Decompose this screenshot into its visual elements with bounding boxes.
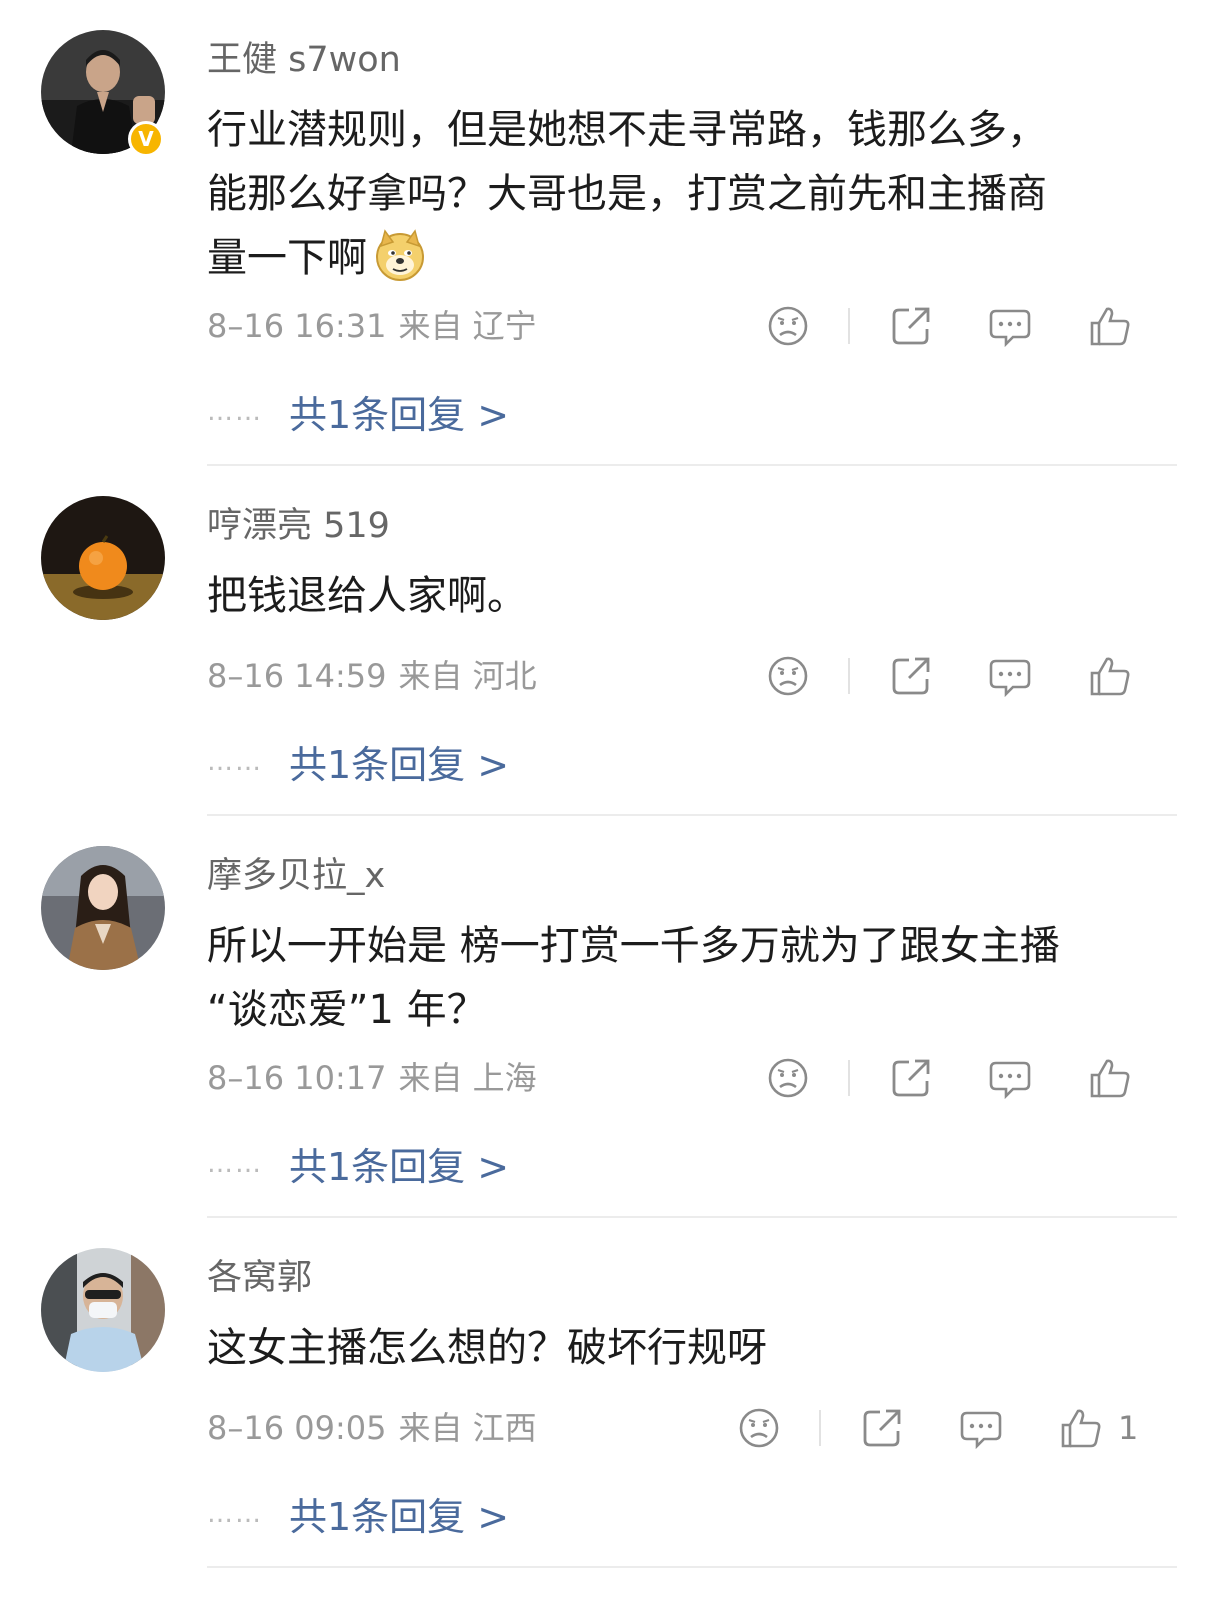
avatar[interactable]: [41, 496, 165, 620]
comment-divider: [207, 1566, 1177, 1568]
avatar[interactable]: [41, 1248, 165, 1372]
share-icon[interactable]: [860, 1406, 904, 1450]
share-icon[interactable]: [889, 654, 933, 698]
doge-emoji-icon: [373, 228, 427, 282]
comment-icon[interactable]: [959, 1406, 1003, 1450]
comment-icon[interactable]: [988, 1056, 1032, 1100]
dislike-face-icon[interactable]: [766, 654, 810, 698]
share-icon[interactable]: [889, 304, 933, 348]
replies-dots: ……: [207, 1498, 263, 1529]
replies-row: …… 共1条回复 >: [207, 734, 509, 789]
dislike-face-icon[interactable]: [737, 1406, 781, 1450]
dislike-face-icon[interactable]: [766, 1056, 810, 1100]
dislike-face-icon[interactable]: [766, 304, 810, 348]
like-thumb-icon[interactable]: [1088, 1056, 1132, 1100]
comment-divider: [207, 1216, 1177, 1218]
action-separator: [848, 658, 850, 694]
username[interactable]: 各窝郭: [207, 1256, 312, 1300]
comment-line: 行业潜规则，但是她想不走寻常路，钱那么多，: [207, 107, 1047, 153]
action-separator: [819, 1410, 821, 1446]
replies-row: …… 共1条回复 >: [207, 1486, 509, 1541]
replies-dots: ……: [207, 1148, 263, 1179]
comment-icon[interactable]: [988, 654, 1032, 698]
replies-row: …… 共1条回复 >: [207, 384, 509, 439]
comment-actions: [0, 304, 1206, 348]
like-thumb-icon[interactable]: [1088, 654, 1132, 698]
share-icon[interactable]: [889, 1056, 933, 1100]
comment-actions: 1: [0, 1406, 1206, 1450]
username[interactable]: 哼漂亮 519: [207, 504, 390, 548]
comment-line: 这女主播怎么想的？破坏行规呀: [207, 1325, 767, 1371]
replies-dots: ……: [207, 396, 263, 427]
comment-text: 行业潜规则，但是她想不走寻常路，钱那么多， 能那么好拿吗？大哥也是，打赏之前先和…: [207, 98, 1157, 290]
comment-actions: [0, 1056, 1206, 1100]
action-separator: [848, 1060, 850, 1096]
like-thumb-icon[interactable]: [1059, 1406, 1103, 1450]
verified-badge-icon: V: [128, 121, 164, 157]
replies-dots: ……: [207, 746, 263, 777]
like-thumb-icon[interactable]: [1088, 304, 1132, 348]
comment-line: “谈恋爱”1 年？: [207, 987, 487, 1033]
comment-line: 把钱退给人家啊。: [207, 573, 527, 619]
comment-text: 这女主播怎么想的？破坏行规呀: [207, 1316, 1157, 1380]
comment-line-text: 量一下啊: [207, 235, 367, 281]
view-replies-link[interactable]: 共1条回复 >: [289, 1145, 509, 1189]
view-replies-link[interactable]: 共1条回复 >: [289, 1495, 509, 1539]
comment-line: 所以一开始是 榜一打赏一千多万就为了跟女主播: [207, 923, 1060, 969]
avatar[interactable]: [41, 846, 165, 970]
comment-line: 量一下啊: [207, 226, 1157, 290]
comment-divider: [207, 814, 1177, 816]
comment-icon[interactable]: [988, 304, 1032, 348]
comment-actions: [0, 654, 1206, 698]
username[interactable]: 王健 s7won: [207, 38, 401, 82]
username[interactable]: 摩多贝拉_x: [207, 854, 385, 898]
like-count: 1: [1118, 1409, 1139, 1447]
comment-line: 能那么好拿吗？大哥也是，打赏之前先和主播商: [207, 171, 1047, 217]
comment-text: 把钱退给人家啊。: [207, 564, 1157, 628]
comment-divider: [207, 464, 1177, 466]
action-separator: [848, 308, 850, 344]
comment-text: 所以一开始是 榜一打赏一千多万就为了跟女主播 “谈恋爱”1 年？: [207, 914, 1157, 1042]
view-replies-link[interactable]: 共1条回复 >: [289, 393, 509, 437]
view-replies-link[interactable]: 共1条回复 >: [289, 743, 509, 787]
replies-row: …… 共1条回复 >: [207, 1136, 509, 1191]
